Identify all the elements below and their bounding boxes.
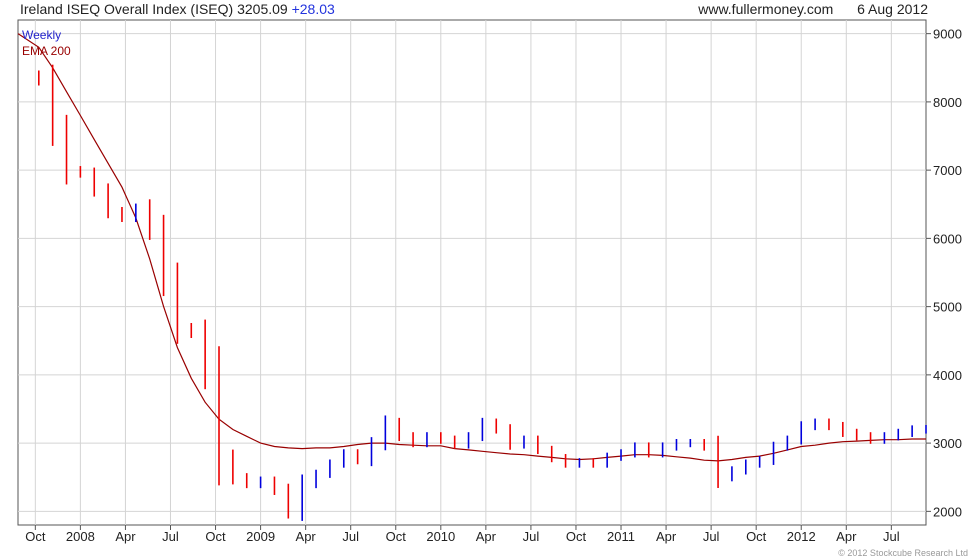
x-tick-label: Oct <box>746 529 767 544</box>
chart-window: Ireland ISEQ Overall Index (ISEQ) 3205.0… <box>0 0 980 560</box>
x-tick-label: Oct <box>205 529 226 544</box>
legend-weekly: Weekly <box>22 28 62 42</box>
legend-ema: EMA 200 <box>22 44 71 58</box>
x-tick-label: 2011 <box>607 529 635 544</box>
x-tick-label: Oct <box>566 529 587 544</box>
y-tick-label: 5000 <box>933 300 962 315</box>
copyright: © 2012 Stockcube Research Ltd <box>838 548 968 558</box>
x-tick-label: Apr <box>656 529 677 544</box>
x-tick-label: 2009 <box>246 529 275 544</box>
legend: Weekly EMA 200 <box>22 27 71 59</box>
x-tick-label: Jul <box>162 529 179 544</box>
x-tick-label: Oct <box>386 529 407 544</box>
x-tick-label: Apr <box>476 529 497 544</box>
x-tick-label: Apr <box>115 529 136 544</box>
y-tick-label: 7000 <box>933 163 962 178</box>
x-tick-label: 2012 <box>787 529 816 544</box>
price-chart: 2000 3000 4000 5000 6000 7000 8000 9000 Oct 2008 A… <box>17 19 962 544</box>
y-tick-label: 4000 <box>933 368 962 383</box>
y-tick-label: 8000 <box>933 95 962 110</box>
x-tick-label: Apr <box>296 529 317 544</box>
x-tick-label: 2008 <box>66 529 95 544</box>
x-tick-label: Jul <box>883 529 900 544</box>
x-tick-label: Apr <box>836 529 857 544</box>
x-tick-label: Jul <box>703 529 720 544</box>
y-tick-label: 9000 <box>933 27 962 42</box>
x-tick-label: Jul <box>342 529 359 544</box>
y-tick-label: 6000 <box>933 231 962 246</box>
x-tick-label: 2010 <box>426 529 455 544</box>
x-tick-label: Jul <box>523 529 540 544</box>
y-tick-label: 3000 <box>933 436 962 451</box>
y-tick-label: 2000 <box>933 504 962 519</box>
x-tick-label: Oct <box>25 529 46 544</box>
